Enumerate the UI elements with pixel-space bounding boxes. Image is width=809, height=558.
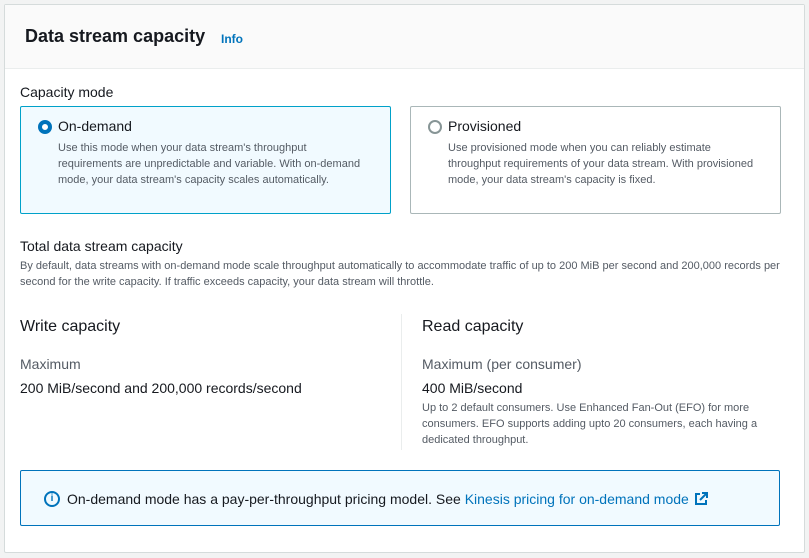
total-capacity-title: Total data stream capacity [20,238,183,254]
alert-text: On-demand mode has a pay-per-throughput … [67,491,465,507]
write-capacity-title: Write capacity [20,318,121,335]
alert-message: On-demand mode has a pay-per-throughput … [67,491,708,507]
provisioned-description: Use provisioned mode when you can reliab… [448,142,754,186]
panel-title: Data stream capacity [25,26,206,46]
read-capacity-title: Read capacity [422,318,524,335]
pricing-info-alert: i On-demand mode has a pay-per-throughpu… [20,470,780,526]
column-divider [401,314,402,450]
capacity-mode-label: Capacity mode [20,84,114,100]
panel-header: Data stream capacity Info [5,5,804,69]
provisioned-title: Provisioned [448,118,522,134]
provisioned-radio[interactable] [428,120,442,134]
info-link[interactable]: Info [221,32,243,46]
provisioned-tile[interactable]: Provisioned Use provisioned mode when yo… [410,106,781,214]
on-demand-radio[interactable] [38,120,52,134]
kinesis-pricing-link[interactable]: Kinesis pricing for on-demand mode [465,491,708,507]
total-capacity-description: By default, data streams with on-demand … [20,260,780,288]
external-link-icon[interactable] [694,492,708,506]
write-capacity-value: 200 MiB/second and 200,000 records/secon… [20,380,302,396]
read-capacity-key: Maximum (per consumer) [422,356,582,372]
kinesis-pricing-link-text[interactable]: Kinesis pricing for on-demand mode [465,491,689,507]
read-capacity-value: 400 MiB/second [422,380,523,396]
on-demand-title: On-demand [58,118,132,134]
write-capacity-key: Maximum [20,356,81,372]
info-icon: i [44,491,60,507]
on-demand-tile[interactable]: On-demand Use this mode when your data s… [20,106,391,214]
read-capacity-note: Up to 2 default consumers. Use Enhanced … [422,402,758,446]
on-demand-description: Use this mode when your data stream's th… [58,142,361,186]
